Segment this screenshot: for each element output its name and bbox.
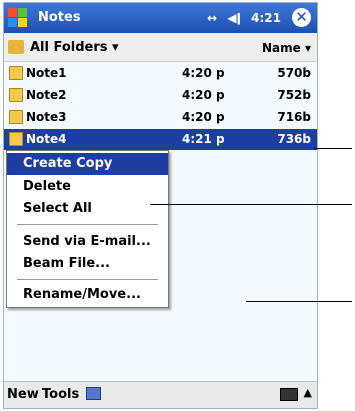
note-row[interactable]: Note3 4:20 p 716b [4,107,317,128]
logo-green [18,8,27,17]
note-name: Note4 [26,132,67,146]
menu-separator [17,279,158,280]
menu-item-label: Beam File... [23,256,110,271]
note-file-icon [9,132,23,146]
menu-item-rename-move[interactable]: Rename/Move... [7,284,168,306]
note-time: 4:21 p [182,132,225,146]
menu-item-select-all[interactable]: Select All [7,198,168,220]
folder-dropdown[interactable]: All Folders ▾ [30,40,119,55]
menu-separator [17,224,158,225]
note-time: 4:20 p [182,88,225,102]
logo-yellow [18,18,27,27]
keyboard-icon[interactable] [280,388,298,401]
note-size: 736b [277,132,311,146]
callout-line [150,204,352,205]
note-name: Note1 [26,66,67,80]
new-button[interactable]: New [7,387,39,402]
close-icon[interactable]: ✕ [292,8,311,27]
note-file-icon [9,110,23,124]
pocketpc-screen: Notes ↔ ◀ǀ 4:21 ✕ All Folders ▾ Name ▾ N… [3,2,318,409]
callout-line [246,301,352,302]
note-size: 752b [277,88,311,102]
folder-icon [8,40,24,54]
note-size: 570b [277,66,311,80]
menu-item-send-email[interactable]: Send via E-mail... [7,231,168,253]
note-time: 4:20 p [182,110,225,124]
note-name: Note2 [26,88,67,102]
app-title: Notes [38,10,81,25]
speaker-icon[interactable]: ◀ǀ [227,11,241,25]
menu-item-label: Select All [23,201,92,216]
bottom-bar: New Tools ▲ [4,381,317,408]
note-row-selected[interactable]: Note4 4:21 p 736b [4,129,317,150]
menu-item-beam-file[interactable]: Beam File... [7,253,168,275]
note-name: Note3 [26,110,67,124]
logo-blue [8,18,17,27]
menu-item-label: Delete [23,179,71,194]
connectivity-icon[interactable]: ↔ [207,11,217,25]
menu-item-create-copy[interactable]: Create Copy [7,153,168,175]
note-size: 716b [277,110,311,124]
note-file-icon [9,66,23,80]
tools-menu[interactable]: Tools [42,387,79,402]
title-bar: Notes ↔ ◀ǀ 4:21 ✕ [4,3,317,33]
menu-item-label: Create Copy [23,156,113,171]
menu-item-label: Send via E-mail... [23,234,151,249]
sort-dropdown[interactable]: Name ▾ [262,41,311,55]
input-panel-arrow-icon[interactable]: ▲ [304,386,312,399]
note-time: 4:20 p [182,66,225,80]
menu-item-label: Rename/Move... [23,287,141,302]
logo-red [8,8,17,17]
status-area[interactable]: ↔ ◀ǀ 4:21 [207,11,281,25]
context-menu: Create Copy Delete Select All Send via E… [6,150,169,308]
clock-time[interactable]: 4:21 [251,11,281,25]
menu-item-delete[interactable]: Delete [7,176,168,198]
folder-bar: All Folders ▾ Name ▾ [4,33,317,62]
grid-icon[interactable] [86,387,101,400]
callout-line [314,148,352,149]
note-file-icon [9,88,23,102]
note-row[interactable]: Note2 4:20 p 752b [4,85,317,106]
windows-start-icon[interactable] [8,8,28,28]
note-row[interactable]: Note1 4:20 p 570b [4,63,317,84]
